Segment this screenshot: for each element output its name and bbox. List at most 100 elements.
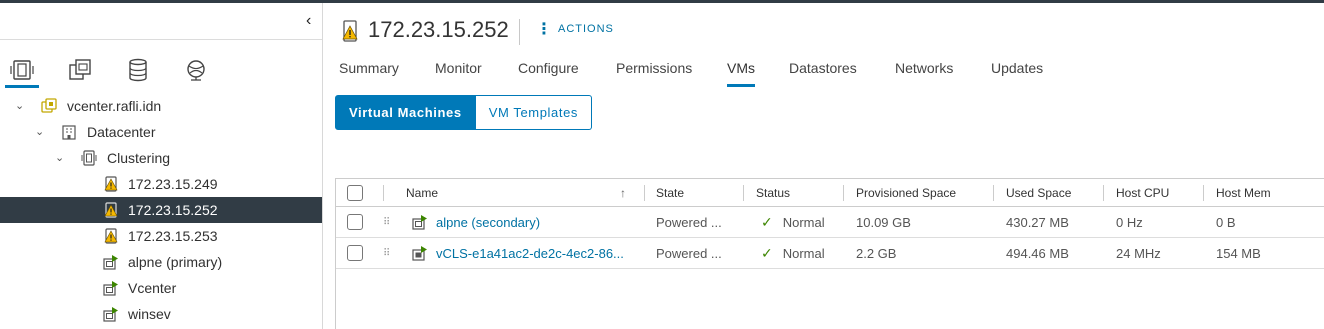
tree-item-label: winsev xyxy=(128,306,171,322)
drag-handle-icon[interactable]: ⠿ xyxy=(383,248,389,259)
column-divider[interactable] xyxy=(1103,185,1104,201)
vms-templates-icon xyxy=(69,59,91,80)
expand-caret-icon[interactable]: ⌄ xyxy=(35,126,47,138)
tree-item-host[interactable]: 172.23.15.253 xyxy=(0,223,322,249)
tab-storage[interactable] xyxy=(121,53,155,87)
vm-host-cpu: 24 MHz xyxy=(1116,245,1161,261)
column-divider[interactable] xyxy=(743,185,744,201)
vm-provisioned-space: 10.09 GB xyxy=(856,214,911,230)
datagrid-header: Name ↑ State Status Provisioned Space Us… xyxy=(336,179,1324,207)
collapse-navigator-icon[interactable]: ‹ xyxy=(306,12,322,30)
column-header-status[interactable]: Status xyxy=(756,179,790,206)
tab-vms[interactable]: VMs xyxy=(727,60,755,87)
tab-summary[interactable]: Summary xyxy=(339,60,399,86)
tree-item-label: Datacenter xyxy=(87,124,156,140)
navigator-divider xyxy=(0,39,322,40)
column-divider[interactable] xyxy=(644,185,645,201)
host-warning-icon xyxy=(104,176,118,192)
actions-label: ACTIONS xyxy=(558,23,614,35)
tree-item-host-selected[interactable]: 172.23.15.252 xyxy=(0,197,322,223)
tree-item-label: alpne (primary) xyxy=(128,254,223,270)
tree-item-vcenter[interactable]: ⌄ vcenter.rafli.idn xyxy=(0,93,322,119)
expand-caret-icon[interactable]: ⌄ xyxy=(15,100,27,112)
title-divider xyxy=(519,19,520,45)
vertical-ellipsis-icon: ⋮ xyxy=(536,20,552,38)
tree-item-cluster[interactable]: ⌄ Clustering xyxy=(0,145,322,171)
tree-item-host[interactable]: 172.23.15.249 xyxy=(0,171,322,197)
vm-name-link[interactable]: alpne (secondary) xyxy=(436,215,540,230)
vm-used-space: 430.27 MB xyxy=(1006,214,1069,230)
vm-host-mem: 154 MB xyxy=(1216,245,1261,261)
inventory-navigator: ‹ ⌄ vcenter.rafli.idn ⌄ Datacenter ⌄ Clu… xyxy=(0,3,323,329)
tree-item-vm[interactable]: winsev xyxy=(0,301,322,327)
vm-provisioned-space: 2.2 GB xyxy=(856,245,897,261)
page-title: 172.23.15.252 xyxy=(368,17,509,42)
table-row[interactable]: ⠿ alpne (secondary) Powered ... ✓ Normal… xyxy=(336,207,1324,238)
vm-powered-on-icon xyxy=(103,281,118,296)
networking-icon xyxy=(187,60,205,81)
vm-powered-on-icon xyxy=(103,307,118,322)
vm-powered-on-icon xyxy=(103,255,118,270)
column-divider[interactable] xyxy=(843,185,844,201)
vm-status: ✓ Normal xyxy=(761,213,825,230)
vm-view-toggle: Virtual Machines VM Templates xyxy=(335,95,593,130)
select-all-cell xyxy=(347,179,363,206)
tab-monitor[interactable]: Monitor xyxy=(435,60,482,86)
vm-name-link[interactable]: vCLS-e1a41ac2-de2c-4ec2-86... xyxy=(436,246,624,261)
column-header-host-mem[interactable]: Host Mem xyxy=(1216,179,1271,206)
table-row[interactable]: ⠿ vCLS-e1a41ac2-de2c-4ec2-86... Powered … xyxy=(336,238,1324,269)
vm-datagrid: Name ↑ State Status Provisioned Space Us… xyxy=(335,178,1324,329)
row-checkbox[interactable] xyxy=(347,245,363,261)
drag-handle-icon[interactable]: ⠿ xyxy=(383,217,389,228)
vcenter-icon xyxy=(41,98,57,113)
tree-item-label: vcenter.rafli.idn xyxy=(67,98,162,114)
tab-configure[interactable]: Configure xyxy=(518,60,579,86)
host-warning-icon xyxy=(342,20,358,42)
vm-name-cell: alpne (secondary) xyxy=(412,207,540,237)
host-warning-icon xyxy=(104,228,118,244)
vm-state: Powered ... xyxy=(656,214,722,230)
column-divider xyxy=(383,185,384,201)
column-header-host-cpu[interactable]: Host CPU xyxy=(1116,179,1169,206)
vm-templates-button[interactable]: VM Templates xyxy=(475,95,593,130)
vm-powered-on-icon xyxy=(412,215,427,230)
host-warning-icon xyxy=(104,202,118,218)
tree-item-vm[interactable]: alpne (primary) xyxy=(0,249,322,275)
tab-hosts-clusters[interactable] xyxy=(5,53,39,88)
tab-networks[interactable]: Networks xyxy=(895,60,953,86)
row-select-cell xyxy=(347,207,363,237)
status-ok-icon: ✓ xyxy=(761,213,773,230)
vm-name-cell: vCLS-e1a41ac2-de2c-4ec2-86... xyxy=(412,238,624,268)
vm-used-space: 494.46 MB xyxy=(1006,245,1069,261)
column-header-name[interactable]: Name xyxy=(406,179,438,206)
tree-item-vm[interactable]: Vcenter xyxy=(0,275,322,301)
column-header-used-space[interactable]: Used Space xyxy=(1006,179,1071,206)
tree-item-label: Clustering xyxy=(107,150,171,166)
tree-item-label: 172.23.15.252 xyxy=(128,202,218,218)
row-checkbox[interactable] xyxy=(347,214,363,230)
tab-updates[interactable]: Updates xyxy=(991,60,1043,86)
datacenter-icon xyxy=(62,125,76,140)
hosts-clusters-icon xyxy=(10,60,34,80)
select-all-checkbox[interactable] xyxy=(347,184,363,201)
sort-ascending-icon[interactable]: ↑ xyxy=(620,186,626,200)
storage-icon xyxy=(129,58,147,82)
virtual-machines-button[interactable]: Virtual Machines xyxy=(335,95,476,130)
tab-networking[interactable] xyxy=(179,53,213,87)
column-divider[interactable] xyxy=(1203,185,1204,201)
column-divider[interactable] xyxy=(993,185,994,201)
row-select-cell xyxy=(347,238,363,268)
vm-host-cpu: 0 Hz xyxy=(1116,214,1143,230)
tree-item-datacenter[interactable]: ⌄ Datacenter xyxy=(0,119,322,145)
tree-item-label: 172.23.15.253 xyxy=(128,228,218,244)
actions-menu-button[interactable]: ⋮ ACTIONS xyxy=(536,20,614,38)
tab-permissions[interactable]: Permissions xyxy=(616,60,692,86)
tab-vms-templates[interactable] xyxy=(63,53,97,87)
tab-datastores[interactable]: Datastores xyxy=(789,60,857,86)
tree-item-label: Vcenter xyxy=(128,280,177,296)
status-ok-icon: ✓ xyxy=(761,244,773,261)
column-header-provisioned-space[interactable]: Provisioned Space xyxy=(856,179,956,206)
column-header-state[interactable]: State xyxy=(656,179,684,206)
navigator-tabs xyxy=(0,53,322,91)
expand-caret-icon[interactable]: ⌄ xyxy=(55,152,67,164)
